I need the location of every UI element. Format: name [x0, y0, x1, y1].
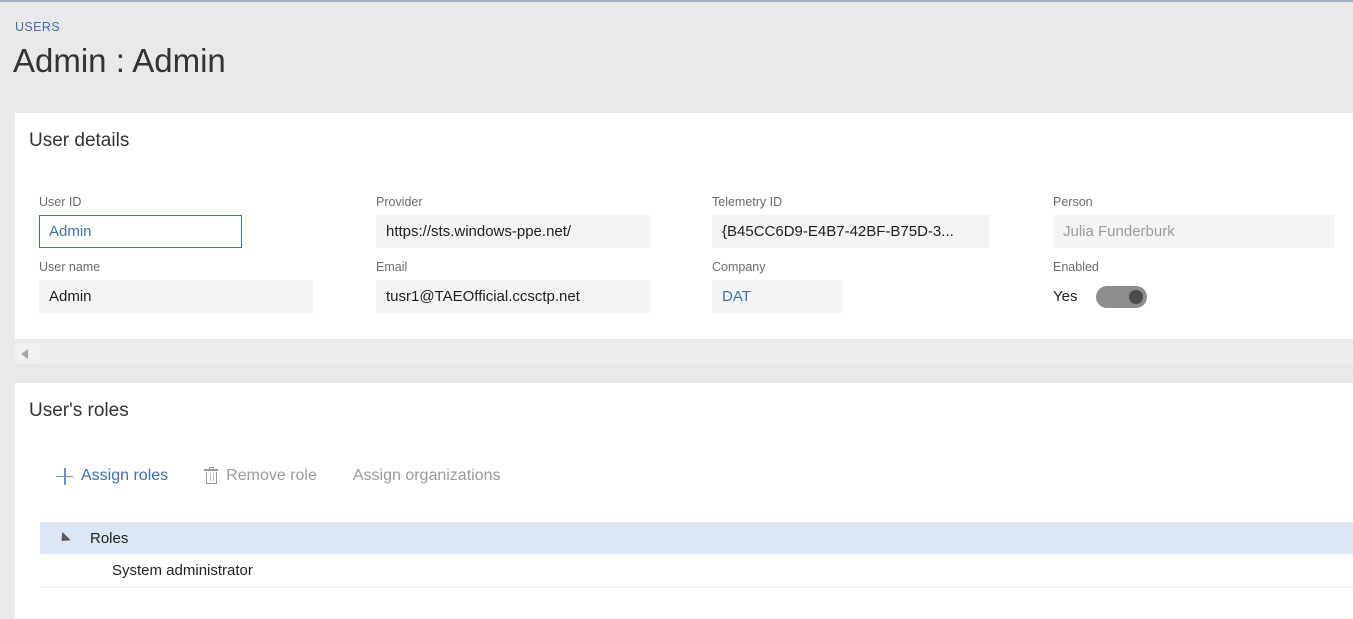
field-user-id: User ID Admin	[39, 195, 242, 248]
page-title: Admin : Admin	[13, 42, 226, 79]
role-name-cell: System administrator	[112, 562, 253, 579]
remove-role-label: Remove role	[226, 467, 317, 484]
field-person: Person Julia Funderburk	[1053, 195, 1334, 248]
user-details-panel: User details User ID Admin User name Adm…	[15, 113, 1353, 339]
enabled-value-text: Yes	[1053, 288, 1078, 305]
input-telemetry-id[interactable]: {B45CC6D9-E4B7-42BF-B75D-3...	[712, 215, 989, 248]
field-label-provider: Provider	[376, 195, 423, 209]
assign-organizations-button[interactable]: Assign organizations	[345, 463, 509, 489]
field-company: Company DAT	[712, 260, 989, 313]
roles-toolbar: Assign roles Remove role Assign organiza…	[48, 463, 509, 489]
horizontal-scrollbar[interactable]	[15, 342, 1353, 364]
field-column-2: Provider https://sts.windows-ppe.net/ Em…	[376, 195, 651, 313]
roles-column-header: Roles	[90, 529, 129, 547]
assign-roles-label: Assign roles	[81, 467, 169, 484]
scroll-left-arrow-icon[interactable]	[21, 349, 28, 359]
field-label-email: Email	[376, 260, 408, 274]
input-person[interactable]: Julia Funderburk	[1053, 215, 1334, 248]
collapse-triangle-icon[interactable]	[57, 531, 71, 545]
users-roles-heading: User's roles	[29, 400, 129, 421]
assign-organizations-label: Assign organizations	[352, 467, 501, 484]
enabled-toggle[interactable]	[1096, 285, 1148, 308]
field-telemetry-id: Telemetry ID {B45CC6D9-E4B7-42BF-B75D-3.…	[712, 195, 989, 248]
remove-role-button[interactable]: Remove role	[196, 463, 325, 489]
table-row[interactable]: System administrator	[40, 554, 1353, 588]
field-label-user-name: User name	[39, 260, 101, 274]
page-header: USERS Admin : Admin	[0, 2, 1353, 113]
input-company[interactable]: DAT	[712, 280, 843, 313]
input-email[interactable]: tusr1@TAEOfficial.ccsctp.net	[376, 280, 651, 313]
field-email: Email tusr1@TAEOfficial.ccsctp.net	[376, 260, 651, 313]
field-user-name: User name Admin	[39, 260, 313, 313]
assign-roles-button[interactable]: Assign roles	[48, 463, 176, 489]
field-label-user-id: User ID	[39, 195, 82, 209]
field-provider: Provider https://sts.windows-ppe.net/	[376, 195, 651, 248]
field-enabled: Enabled Yes	[1053, 260, 1334, 313]
input-user-name[interactable]: Admin	[39, 280, 313, 313]
field-label-enabled: Enabled	[1053, 260, 1099, 274]
field-label-telemetry-id: Telemetry ID	[712, 195, 783, 209]
input-user-id[interactable]: Admin	[39, 215, 242, 248]
field-column-4: Person Julia Funderburk Enabled Yes	[1053, 195, 1334, 313]
roles-group-header[interactable]: Roles	[40, 522, 1353, 554]
roles-grid: Roles System administrator	[40, 522, 1353, 588]
plus-icon	[56, 467, 73, 485]
toggle-knob-icon	[1129, 289, 1144, 304]
field-label-company: Company	[712, 260, 766, 274]
field-label-person: Person	[1053, 195, 1093, 209]
panel-gap	[0, 364, 1353, 383]
trash-icon	[204, 467, 219, 484]
users-roles-panel: User's roles Assign roles Remove role As…	[15, 383, 1353, 619]
user-details-heading: User details	[29, 130, 130, 151]
input-provider[interactable]: https://sts.windows-ppe.net/	[376, 215, 651, 248]
breadcrumb-users[interactable]: USERS	[15, 20, 60, 34]
field-column-3: Telemetry ID {B45CC6D9-E4B7-42BF-B75D-3.…	[712, 195, 989, 313]
field-column-1: User ID Admin User name Admin	[39, 195, 313, 313]
enabled-toggle-wrap: Yes	[1053, 280, 1334, 313]
scrollbar-thumb[interactable]	[37, 343, 1353, 364]
